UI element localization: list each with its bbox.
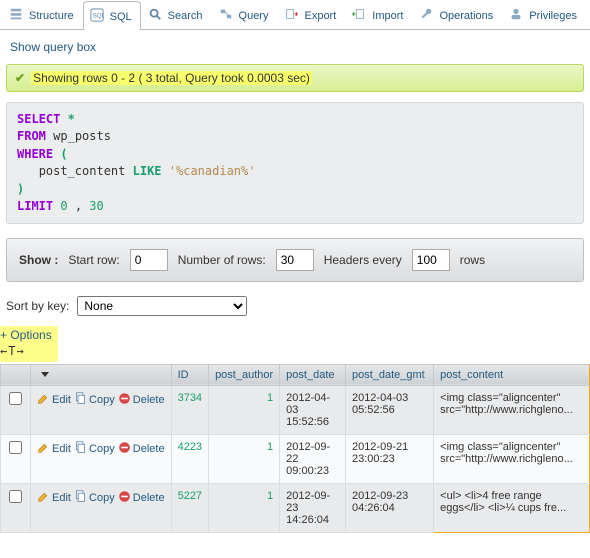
table-row: Edit Copy Delete 522712012-09-23 14:26:04…: [1, 483, 590, 532]
cell-content: <img class="aligncenter" src="http://www…: [434, 434, 590, 483]
cell-id: 3734: [171, 385, 208, 434]
tab-label: Structure: [29, 10, 74, 22]
row-checkbox[interactable]: [9, 441, 22, 454]
table-row: Edit Copy Delete 373412012-04-03 15:52:56…: [1, 385, 590, 434]
cell-author: 1: [209, 483, 280, 532]
tab-export[interactable]: Export: [277, 0, 345, 29]
copy-icon: [74, 441, 87, 457]
show-label: Show :: [19, 253, 58, 267]
col-id[interactable]: ID: [171, 364, 208, 385]
tab-label: Query: [239, 10, 269, 22]
svg-text:SQL: SQL: [92, 13, 103, 20]
export-icon: [284, 7, 298, 24]
copy-link[interactable]: Copy: [89, 492, 115, 504]
tab-privileges[interactable]: Privileges: [502, 0, 586, 29]
delete-link[interactable]: Delete: [133, 443, 165, 455]
rows-label: rows: [460, 253, 485, 267]
cell-date: 2012-09-23 14:26:04: [280, 483, 346, 532]
num-rows-label: Number of rows:: [178, 253, 266, 267]
copy-link[interactable]: Copy: [89, 394, 115, 406]
headers-every-input[interactable]: [412, 249, 450, 271]
tab-label: SQL: [110, 11, 132, 23]
copy-icon: [74, 490, 87, 506]
col-post-date[interactable]: post_date: [280, 364, 346, 385]
delete-icon: [118, 441, 131, 457]
headers-every-label: Headers every: [324, 253, 402, 267]
tab-label: Operations: [439, 10, 493, 22]
row-checkbox[interactable]: [9, 392, 22, 405]
sort-by-select[interactable]: None: [77, 296, 247, 316]
copy-link[interactable]: Copy: [89, 443, 115, 455]
cell-author: 1: [209, 434, 280, 483]
tab-label: Search: [168, 10, 203, 22]
start-row-input[interactable]: [130, 249, 168, 271]
copy-icon: [74, 392, 87, 408]
tab-sql[interactable]: SQL SQL: [83, 1, 141, 30]
pencil-icon: [37, 441, 50, 457]
delete-link[interactable]: Delete: [133, 492, 165, 504]
tab-bar: Structure SQL SQL Search Query Export Im…: [0, 0, 590, 30]
cell-gmt: 2012-09-21 23:00:23: [345, 434, 433, 483]
pencil-icon: [37, 392, 50, 408]
tab-search[interactable]: Search: [141, 0, 212, 29]
edit-link[interactable]: Edit: [52, 443, 71, 455]
tab-label: Privileges: [529, 10, 577, 22]
show-query-box-link[interactable]: Show query box: [10, 40, 96, 54]
wrench-icon: [419, 7, 433, 24]
privileges-icon: [509, 7, 523, 24]
cell-content: <ul> <li>4 free range eggs</li> <li>¼ cu…: [434, 483, 590, 532]
cell-gmt: 2012-04-03 05:52:56: [345, 385, 433, 434]
sort-row: Sort by key: None: [0, 296, 590, 326]
col-post-author[interactable]: post_author: [209, 364, 280, 385]
edit-link[interactable]: Edit: [52, 394, 71, 406]
check-icon: ✔: [15, 71, 25, 85]
col-post-content[interactable]: post_content: [434, 364, 590, 385]
cell-date: 2012-04-03 15:52:56: [280, 385, 346, 434]
row-checkbox[interactable]: [9, 490, 22, 503]
cell-id: 4223: [171, 434, 208, 483]
delete-icon: [118, 490, 131, 506]
col-post-date-gmt[interactable]: post_date_gmt: [345, 364, 433, 385]
result-notice: ✔ Showing rows 0 - 2 ( 3 total, Query to…: [6, 64, 584, 92]
tab-label: Import: [372, 10, 403, 22]
tab-operations[interactable]: Operations: [412, 0, 502, 29]
show-controls: Show : Start row: Number of rows: Header…: [6, 238, 584, 282]
tab-query[interactable]: Query: [212, 0, 278, 29]
table-row: Edit Copy Delete 422312012-09-22 09:00:23…: [1, 434, 590, 483]
cell-id: 5227: [171, 483, 208, 532]
query-icon: [219, 7, 233, 24]
row-transpose-arrows[interactable]: ←T→: [0, 344, 25, 358]
cell-content: <img class="aligncenter" src="http://www…: [434, 385, 590, 434]
tab-import[interactable]: Import: [345, 0, 412, 29]
cell-date: 2012-09-22 09:00:23: [280, 434, 346, 483]
structure-icon: [9, 7, 23, 24]
search-icon: [148, 7, 162, 24]
sort-by-label: Sort by key:: [6, 299, 69, 313]
tab-structure[interactable]: Structure: [2, 0, 83, 29]
results-table: ID post_author post_date post_date_gmt p…: [0, 364, 590, 533]
sql-display: SELECT * FROM wp_posts WHERE ( post_cont…: [6, 102, 584, 224]
num-rows-input[interactable]: [276, 249, 314, 271]
tab-label: Export: [304, 10, 336, 22]
pencil-icon: [37, 490, 50, 506]
import-icon: [352, 7, 366, 24]
delete-icon: [118, 392, 131, 408]
cell-author: 1: [209, 385, 280, 434]
sql-icon: SQL: [90, 8, 104, 25]
notice-text: Showing rows 0 - 2 ( 3 total, Query took…: [31, 71, 312, 85]
edit-link[interactable]: Edit: [52, 492, 71, 504]
cell-gmt: 2012-09-23 04:26:04: [345, 483, 433, 532]
delete-link[interactable]: Delete: [133, 394, 165, 406]
start-row-label: Start row:: [68, 253, 119, 267]
options-link[interactable]: + Options: [0, 328, 52, 342]
